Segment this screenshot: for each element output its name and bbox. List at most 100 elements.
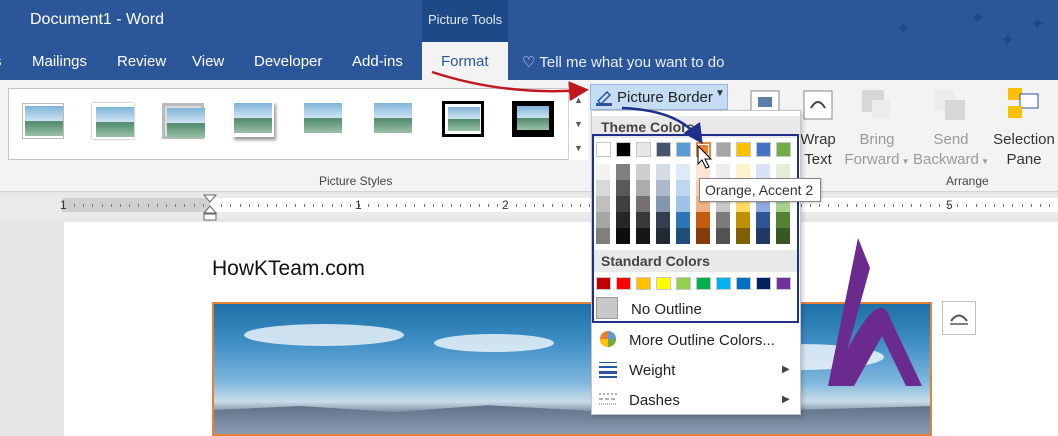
ruler-tick	[552, 204, 553, 207]
arrange-group-label: Arrange	[946, 174, 989, 188]
bring-forward-button[interactable]: Bring Forward ▼	[843, 130, 911, 172]
ruler-tick	[74, 204, 75, 207]
ruler-tick	[295, 204, 296, 207]
tab-add-ins[interactable]: Add-ins	[352, 53, 403, 70]
ruler-tick	[571, 204, 572, 207]
selection-pane-icon[interactable]	[1006, 86, 1042, 122]
ruler-tick	[249, 204, 250, 207]
picture-style-thumb[interactable]	[302, 101, 344, 137]
ruler-tick	[138, 204, 139, 207]
tab-partial[interactable]: s	[0, 53, 2, 70]
scroll-up-icon[interactable]: ▲	[569, 88, 588, 112]
ruler-tick	[102, 204, 103, 207]
selection-pane-button[interactable]: Selection Pane	[990, 130, 1058, 170]
document-heading[interactable]: HowKTeam.com	[212, 257, 365, 281]
ruler-tick	[203, 204, 204, 207]
tell-me-box[interactable]: ♡ Tell me what you want to do	[522, 53, 724, 71]
ruler-tick	[966, 204, 967, 207]
ruler-tick	[1012, 204, 1013, 207]
lightbulb-icon: ♡	[522, 54, 536, 71]
tab-review[interactable]: Review	[117, 53, 166, 70]
send-backward-button[interactable]: Send Backward ▼	[912, 130, 990, 172]
ruler-tick	[350, 204, 351, 207]
ruler-tick	[506, 204, 507, 207]
bird-icon: ✦	[896, 18, 912, 38]
ruler-tick	[276, 204, 277, 207]
weight-lines-icon	[599, 362, 617, 378]
ruler-tick	[534, 204, 535, 207]
bird-icon: ✦	[1030, 14, 1046, 34]
tab-view[interactable]: View	[192, 53, 224, 70]
indent-marker-icon[interactable]	[203, 194, 217, 222]
annotation-highlight-box	[592, 134, 799, 323]
ruler-tick	[911, 204, 912, 207]
ruler-tick	[976, 204, 977, 207]
ruler-tick	[1003, 204, 1004, 207]
picture-style-thumb[interactable]	[232, 101, 274, 137]
ruler-margin	[62, 198, 210, 212]
gallery-scroll[interactable]: ▲ ▼ ▼	[568, 88, 588, 160]
wrap-text-line1: Wrap	[800, 131, 836, 148]
ruler-tick	[580, 204, 581, 207]
ruler-tick	[828, 204, 829, 207]
ruler-tick	[368, 204, 369, 207]
picture-tools-label: Picture Tools	[428, 12, 503, 27]
ruler-tick	[405, 204, 406, 207]
ruler-tick	[175, 204, 176, 207]
ruler-number: 5	[946, 198, 953, 212]
theme-colors-header: Theme Colors	[601, 119, 695, 135]
ruler-tick	[166, 204, 167, 207]
ruler-tick	[893, 204, 894, 207]
send-backward-line2: Backward ▼	[913, 151, 989, 168]
color-wheel-icon	[600, 331, 616, 347]
ruler-tick	[359, 204, 360, 207]
picture-styles-group-label: Picture Styles	[319, 174, 393, 188]
picture-border-button[interactable]: Picture Border ▼	[590, 84, 728, 110]
ruler-tick	[378, 204, 379, 207]
ruler-tick	[267, 204, 268, 207]
tab-format-label: Format	[441, 53, 489, 70]
ruler-tick	[433, 204, 434, 207]
bird-icon: ✦	[1000, 30, 1016, 50]
gallery-more-icon[interactable]: ▼	[569, 136, 588, 160]
tab-developer[interactable]: Developer	[254, 53, 322, 70]
ruler-tick	[221, 204, 222, 207]
dashes-item[interactable]: Dashes	[629, 392, 680, 409]
wrap-text-icon[interactable]	[803, 90, 833, 120]
ruler-tick	[157, 204, 158, 207]
ruler-tick	[414, 204, 415, 207]
ruler-tick	[341, 204, 342, 207]
more-outline-colors-item[interactable]: More Outline Colors...	[629, 332, 775, 349]
ruler-tick	[120, 204, 121, 207]
picture-style-thumb[interactable]	[22, 103, 64, 139]
scroll-down-icon[interactable]: ▼	[569, 112, 588, 136]
ruler-tick	[424, 204, 425, 207]
weight-item[interactable]: Weight	[629, 362, 675, 379]
ruler-tick	[111, 204, 112, 207]
selection-pane-line2: Pane	[1006, 151, 1042, 168]
tell-me-text: Tell me what you want to do	[539, 54, 725, 71]
picture-style-thumb[interactable]	[372, 101, 414, 137]
ruler-tick	[948, 204, 949, 207]
ruler-tick	[884, 204, 885, 207]
tab-format[interactable]: Format	[422, 42, 508, 80]
ruler-tick	[810, 204, 811, 207]
ruler-tick	[83, 204, 84, 207]
picture-style-thumb[interactable]	[512, 101, 554, 137]
ruler-tick	[838, 204, 839, 207]
ruler-tick	[985, 204, 986, 207]
send-backward-line1: Send	[933, 131, 969, 148]
picture-style-thumb[interactable]	[442, 101, 484, 137]
window-title: Document1 - Word	[30, 11, 164, 28]
tab-mailings[interactable]: Mailings	[32, 53, 87, 70]
ruler-tick	[322, 204, 323, 207]
picture-style-thumb[interactable]	[92, 103, 134, 139]
ruler-tick	[313, 204, 314, 207]
layout-options-button[interactable]	[942, 301, 976, 335]
ruler-tick	[801, 204, 802, 207]
ruler-tick	[1031, 204, 1032, 207]
picture-style-thumb[interactable]	[162, 103, 205, 139]
ruler-tick	[516, 204, 517, 207]
layout-options-icon	[950, 314, 968, 325]
ruler-tick	[1049, 204, 1050, 207]
